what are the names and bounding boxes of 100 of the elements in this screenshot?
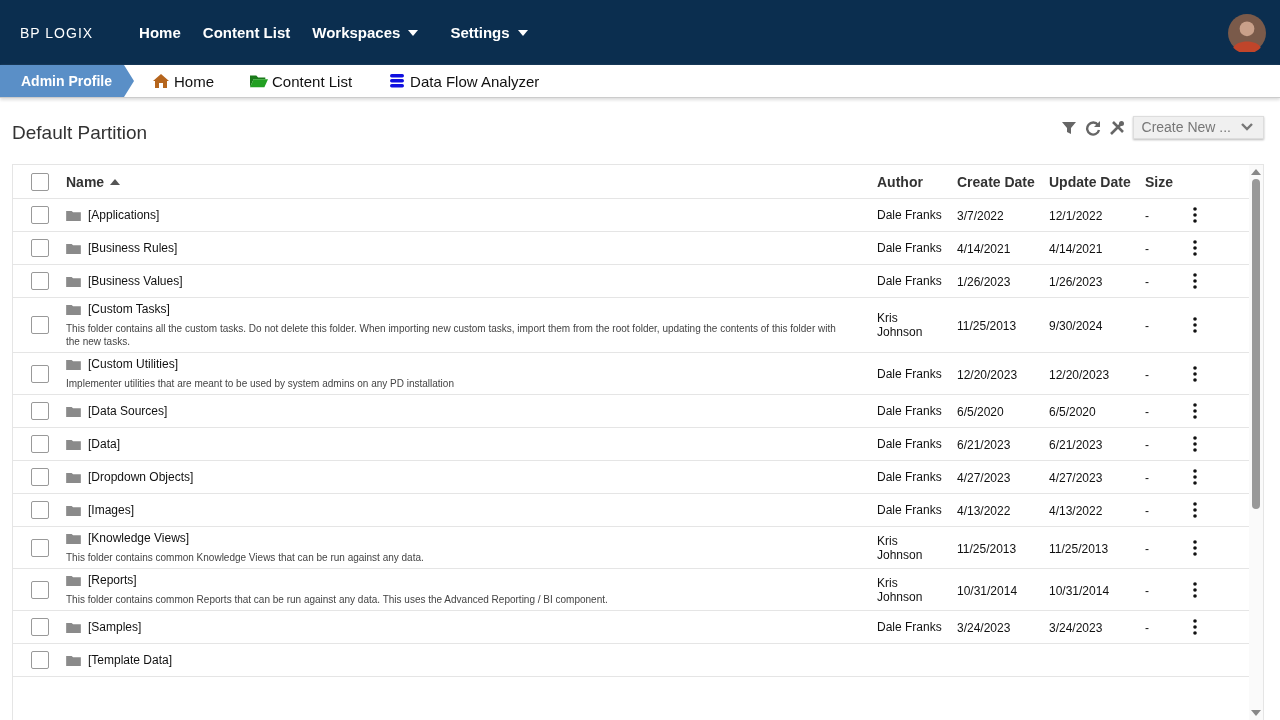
tools-icon[interactable]: [1108, 119, 1125, 136]
update-date-cell: 11/25/2013: [1049, 541, 1109, 556]
more-options-icon[interactable]: [1193, 502, 1197, 518]
row-checkbox[interactable]: [30, 402, 49, 420]
folder-description: Implementer utilities that are meant to be used by system admins on any PD installation: [66, 377, 455, 390]
column-header[interactable]: Size: [1145, 173, 1173, 190]
row-checkbox[interactable]: [30, 580, 49, 599]
author-cell: Dale Franks: [877, 620, 943, 634]
logo[interactable]: BP LOGIX: [20, 24, 94, 41]
nav-link[interactable]: Home: [139, 24, 181, 41]
breadcrumb-link[interactable]: Home: [152, 72, 215, 90]
row-checkbox[interactable]: [30, 501, 49, 519]
more-options-icon[interactable]: [1193, 539, 1197, 556]
author-cell: Dale Franks: [877, 241, 943, 255]
size-cell: -: [1145, 319, 1149, 333]
author-cell: Dale Franks: [877, 437, 943, 451]
more-options-icon[interactable]: [1193, 273, 1197, 289]
refresh-icon[interactable]: [1084, 119, 1101, 136]
caret-icon: [517, 29, 528, 36]
folder-link[interactable]: [Data]: [88, 437, 120, 451]
folder-icon: [66, 438, 81, 450]
more-options-icon[interactable]: [1193, 436, 1197, 452]
more-options-icon[interactable]: [1193, 403, 1197, 419]
folder-icon: [66, 209, 81, 221]
author-cell: Dale Franks: [877, 470, 943, 484]
row-checkbox[interactable]: [30, 435, 49, 453]
size-cell: -: [1145, 405, 1149, 419]
folder-link[interactable]: [Dropdown Objects]: [88, 470, 194, 484]
folder-link[interactable]: [Applications]: [88, 208, 160, 222]
update-date-cell: 6/5/2020: [1049, 405, 1096, 419]
home-icon: [152, 73, 170, 89]
row-checkbox[interactable]: [30, 316, 49, 334]
scroll-up-icon[interactable]: [1251, 169, 1261, 175]
column-header[interactable]: Author: [877, 173, 923, 190]
row-checkbox[interactable]: [30, 538, 49, 557]
column-header[interactable]: Create Date: [957, 173, 1035, 190]
author-cell: Dale Franks: [877, 503, 943, 517]
nav-link[interactable]: Settings: [450, 24, 528, 41]
more-options-icon[interactable]: [1193, 581, 1197, 598]
folder-link[interactable]: [Reports]: [88, 573, 137, 587]
create-date-cell: 4/13/2022: [957, 504, 1011, 518]
author-cell-text: Kris Johnson: [877, 575, 924, 604]
create-new-dropdown[interactable]: Create New ...: [1132, 116, 1264, 139]
scrollbar[interactable]: [1249, 165, 1263, 720]
more-options-icon[interactable]: [1193, 469, 1197, 485]
folder-link[interactable]: [Knowledge Views]: [88, 531, 190, 545]
caret-icon: [408, 29, 419, 36]
row-checkbox[interactable]: [30, 651, 49, 669]
folder-icon: [66, 574, 81, 586]
folder-link[interactable]: [Custom Tasks]: [88, 302, 170, 316]
folder-icon: [66, 405, 81, 417]
folder-description: This folder contains common Reports that can be run against any data. This uses the Advanced Reporting / BI component.: [66, 593, 609, 606]
size-cell: -: [1145, 275, 1149, 289]
column-header[interactable]: Update Date: [1049, 173, 1131, 190]
more-options-icon[interactable]: [1193, 317, 1197, 333]
more-options-icon[interactable]: [1193, 207, 1197, 223]
create-date-cell: 11/25/2013: [957, 319, 1017, 333]
row-checkbox[interactable]: [30, 206, 49, 224]
author-cell: Dale Franks: [877, 274, 943, 288]
folder-link[interactable]: [Business Values]: [88, 274, 183, 288]
column-header[interactable]: Name: [66, 173, 105, 190]
size-cell: -: [1145, 541, 1149, 556]
create-date-cell: 1/26/2023: [957, 275, 1011, 289]
folder-link[interactable]: [Template Data]: [88, 653, 173, 667]
more-options-icon[interactable]: [1193, 240, 1197, 256]
nav-link[interactable]: Workspaces: [312, 24, 419, 41]
folder-link[interactable]: [Samples]: [88, 620, 142, 634]
more-options-icon[interactable]: [1193, 619, 1197, 635]
folder-link[interactable]: [Business Rules]: [88, 241, 178, 255]
update-date-cell: 12/20/2023: [1049, 367, 1110, 382]
more-options-icon[interactable]: [1193, 365, 1197, 382]
row-checkbox[interactable]: [30, 272, 49, 290]
chevron-icon: [1241, 123, 1253, 131]
size-cell: -: [1145, 471, 1149, 485]
update-date-cell: 10/31/2014: [1049, 583, 1110, 598]
row-checkbox[interactable]: [30, 468, 49, 486]
folder-link[interactable]: [Custom Utilities]: [88, 357, 179, 371]
folder-icon: [66, 471, 81, 483]
nav-link[interactable]: Content List: [202, 24, 291, 41]
breadcrumb-link[interactable]: Data Flow Analyzer: [388, 72, 540, 90]
avatar[interactable]: [1228, 13, 1266, 52]
folder-link[interactable]: [Images]: [88, 503, 135, 517]
scroll-down-icon[interactable]: [1251, 710, 1261, 716]
update-date-cell: 9/30/2024: [1049, 319, 1103, 333]
update-date-cell: 4/27/2023: [1049, 471, 1103, 485]
update-date-cell: 12/1/2022: [1049, 209, 1103, 223]
folder-link[interactable]: [Data Sources]: [88, 404, 168, 418]
size-cell: -: [1145, 367, 1149, 382]
database-icon: [388, 73, 407, 89]
folder-icon: [66, 275, 81, 287]
size-cell: -: [1145, 438, 1149, 452]
folder-description: This folder contains all the custom tasks. Do not delete this folder. When importing new custom tasks, import them from the root folder, updating the contents of this folder with the new tasks.: [66, 322, 837, 348]
folder-icon: [66, 303, 81, 315]
filter-icon[interactable]: [1060, 119, 1077, 136]
breadcrumb-link[interactable]: Content List: [250, 72, 353, 90]
sort-ascending-icon[interactable]: [110, 178, 121, 185]
row-checkbox[interactable]: [30, 364, 49, 383]
select-all-checkbox[interactable]: [30, 172, 49, 191]
row-checkbox[interactable]: [30, 618, 49, 636]
row-checkbox[interactable]: [30, 239, 49, 257]
